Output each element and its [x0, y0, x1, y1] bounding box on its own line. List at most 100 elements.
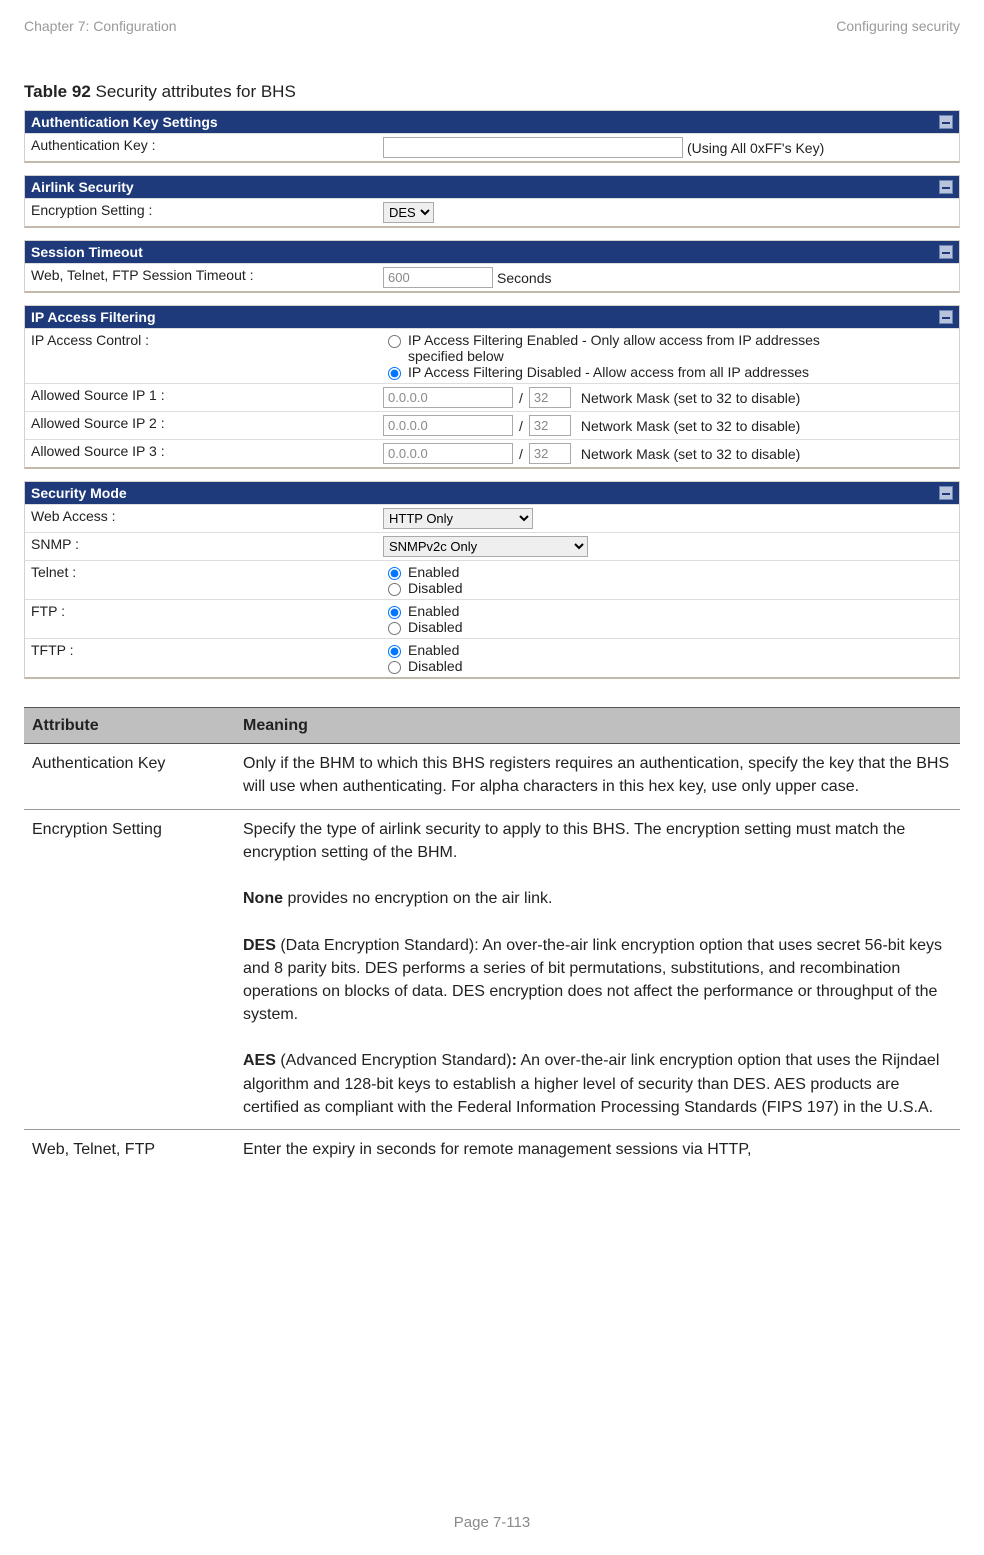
attr-cell: Encryption Setting [24, 809, 235, 1129]
web-access-select[interactable]: HTTP Only [383, 508, 533, 529]
aes-label: AES [243, 1052, 276, 1069]
panel-title: Security Mode [31, 485, 127, 501]
encryption-row: Encryption Setting : DES [25, 198, 959, 226]
auth-key-row: Authentication Key : (Using All 0xFF's K… [25, 133, 959, 161]
timeout-input[interactable] [383, 267, 493, 288]
allowed-ip-row-1: Allowed Source IP 1 : / Network Mask (se… [25, 383, 959, 411]
panel-header: IP Access Filtering [25, 306, 959, 328]
radio-label: Enabled [408, 564, 459, 580]
radio-label: Enabled [408, 642, 459, 658]
panel-header: Authentication Key Settings [25, 111, 959, 133]
field-label: FTP : [25, 600, 377, 638]
panel-airlink: Airlink Security Encryption Setting : DE… [24, 175, 960, 228]
field-label: Encryption Setting : [25, 199, 377, 226]
minimize-icon[interactable] [939, 180, 953, 194]
ftp-row: FTP : Enabled Disabled [25, 599, 959, 638]
radio-label: Disabled [408, 580, 462, 596]
slash: / [519, 390, 523, 406]
page-number: Page 7-113 [0, 1514, 984, 1531]
timeout-suffix: Seconds [497, 270, 551, 286]
mask3-input[interactable] [529, 443, 571, 464]
radio-label: Disabled [408, 619, 462, 635]
col-attribute: Attribute [24, 708, 235, 744]
snmp-row: SNMP : SNMPv2c Only [25, 532, 959, 560]
meaning-cell: Enter the expiry in seconds for remote m… [235, 1130, 960, 1172]
ip3-input[interactable] [383, 443, 513, 464]
table-title: Security attributes for BHS [91, 82, 296, 101]
panel-header: Session Timeout [25, 241, 959, 263]
minimize-icon[interactable] [939, 310, 953, 324]
table-row: Web, Telnet, FTP Enter the expiry in sec… [24, 1130, 960, 1172]
mask-note: Network Mask (set to 32 to disable) [581, 390, 800, 406]
field-label: Web Access : [25, 505, 377, 532]
ip1-input[interactable] [383, 387, 513, 408]
chapter-label: Chapter 7: Configuration [24, 18, 177, 34]
radio-label: Enabled [408, 603, 459, 619]
table-row: Encryption Setting Specify the type of a… [24, 809, 960, 1129]
text: provides no encryption on the air link. [283, 890, 552, 907]
table-caption: Table 92 Security attributes for BHS [24, 82, 960, 102]
timeout-row: Web, Telnet, FTP Session Timeout : Secon… [25, 263, 959, 291]
snmp-select[interactable]: SNMPv2c Only [383, 536, 588, 557]
field-label: TFTP : [25, 639, 377, 677]
panel-title: Authentication Key Settings [31, 114, 218, 130]
panel-title: Session Timeout [31, 244, 143, 260]
radio-label: IP Access Filtering Disabled - Allow acc… [408, 364, 809, 380]
field-label: Allowed Source IP 3 : [25, 440, 377, 467]
radio-ftp-disabled[interactable] [388, 622, 401, 635]
panel-header: Security Mode [25, 482, 959, 504]
ip-control-row: IP Access Control : IP Access Filtering … [25, 328, 959, 383]
auth-key-suffix: (Using All 0xFF's Key) [687, 140, 824, 156]
radio-tftp-enabled[interactable] [388, 645, 401, 658]
radio-ftp-enabled[interactable] [388, 606, 401, 619]
meaning-cell: Only if the BHM to which this BHS regist… [235, 744, 960, 809]
radio-telnet-disabled[interactable] [388, 583, 401, 596]
panel-title: Airlink Security [31, 179, 134, 195]
panel-title: IP Access Filtering [31, 309, 156, 325]
slash: / [519, 418, 523, 434]
col-meaning: Meaning [235, 708, 960, 744]
text: Specify the type of airlink security to … [243, 821, 905, 861]
minimize-icon[interactable] [939, 245, 953, 259]
mask-note: Network Mask (set to 32 to disable) [581, 446, 800, 462]
web-access-row: Web Access : HTTP Only [25, 504, 959, 532]
field-label: Authentication Key : [25, 134, 377, 161]
tftp-row: TFTP : Enabled Disabled [25, 638, 959, 677]
attr-cell: Web, Telnet, FTP [24, 1130, 235, 1172]
radio-telnet-enabled[interactable] [388, 567, 401, 580]
panel-ip-filtering: IP Access Filtering IP Access Control : … [24, 305, 960, 469]
text: (Data Encryption Standard): An over-the-… [243, 937, 942, 1024]
ip2-input[interactable] [383, 415, 513, 436]
section-label: Configuring security [836, 18, 960, 34]
slash: / [519, 446, 523, 462]
minimize-icon[interactable] [939, 115, 953, 129]
encryption-select[interactable]: DES [383, 202, 434, 223]
des-label: DES [243, 937, 276, 954]
field-label: Web, Telnet, FTP Session Timeout : [25, 264, 377, 291]
meaning-cell: Specify the type of airlink security to … [235, 809, 960, 1129]
minimize-icon[interactable] [939, 486, 953, 500]
field-label: Allowed Source IP 2 : [25, 412, 377, 439]
mask1-input[interactable] [529, 387, 571, 408]
radio-ip-enabled[interactable] [388, 335, 401, 348]
none-label: None [243, 890, 283, 907]
attr-cell: Authentication Key [24, 744, 235, 809]
panel-session-timeout: Session Timeout Web, Telnet, FTP Session… [24, 240, 960, 293]
mask2-input[interactable] [529, 415, 571, 436]
telnet-row: Telnet : Enabled Disabled [25, 560, 959, 599]
table-row: Authentication Key Only if the BHM to wh… [24, 744, 960, 809]
panel-security-mode: Security Mode Web Access : HTTP Only SNM… [24, 481, 960, 679]
field-label: Allowed Source IP 1 : [25, 384, 377, 411]
radio-ip-disabled[interactable] [388, 367, 401, 380]
allowed-ip-row-2: Allowed Source IP 2 : / Network Mask (se… [25, 411, 959, 439]
table-header-row: Attribute Meaning [24, 708, 960, 744]
definitions-table: Attribute Meaning Authentication Key Onl… [24, 707, 960, 1171]
text: (Advanced Encryption Standard) [276, 1052, 512, 1069]
auth-key-input[interactable] [383, 137, 683, 158]
panel-header: Airlink Security [25, 176, 959, 198]
radio-tftp-disabled[interactable] [388, 661, 401, 674]
radio-label: IP Access Filtering Enabled - Only allow… [408, 332, 828, 364]
mask-note: Network Mask (set to 32 to disable) [581, 418, 800, 434]
page-header: Chapter 7: Configuration Configuring sec… [24, 18, 960, 34]
field-label: IP Access Control : [25, 329, 377, 383]
